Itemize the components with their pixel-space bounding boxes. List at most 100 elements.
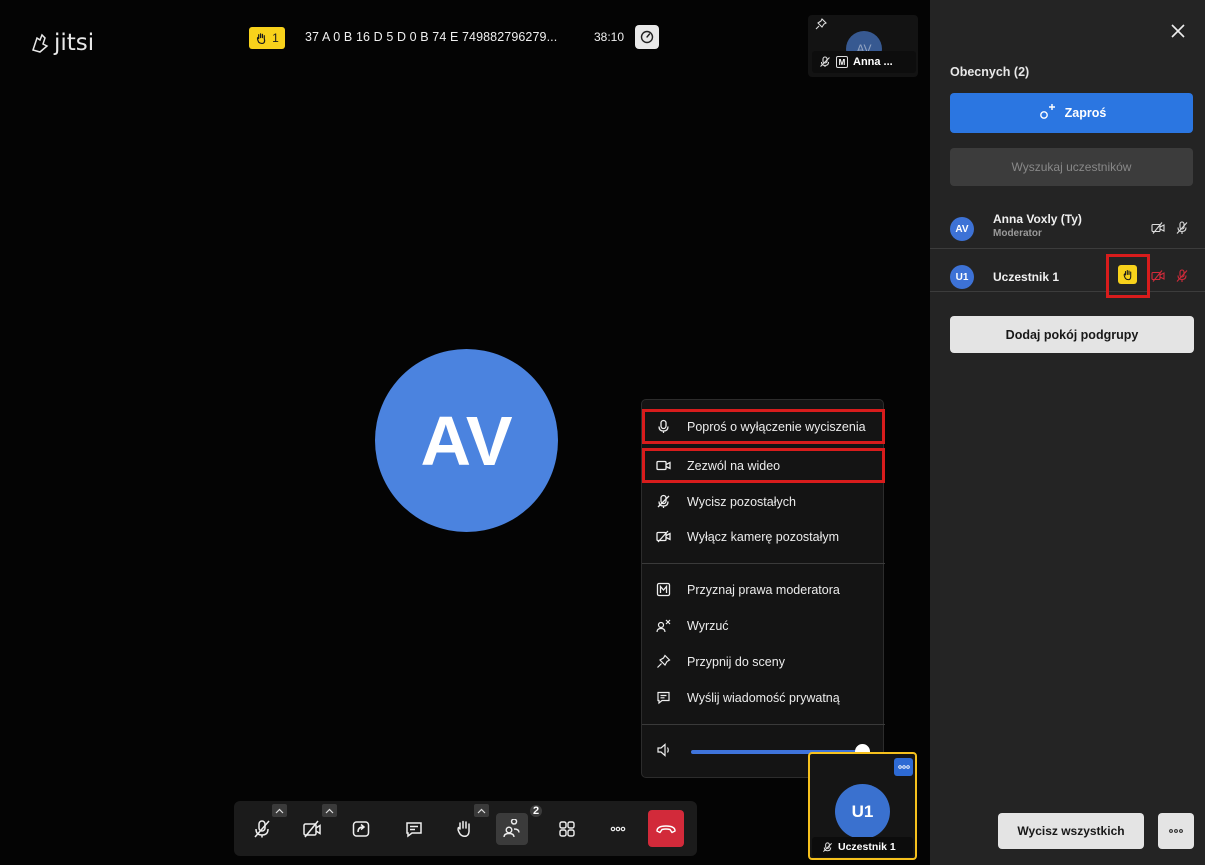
menu-item-label: Poproś o wyłączenie wyciszenia — [687, 419, 866, 434]
hangup-icon — [656, 824, 676, 833]
microphone-icon — [658, 419, 669, 433]
participants-search-input[interactable] — [950, 148, 1193, 186]
video-stage: jitsi 1 37 A 0 B 16 D 5 D 0 B 74 E 74988… — [0, 0, 930, 865]
thumbnail-name: Uczestnik 1 — [838, 841, 896, 853]
menu-item-mute-others[interactable]: Wycisz pozostałych — [642, 484, 885, 519]
share-screen-button[interactable] — [345, 813, 377, 845]
mic-muted-icon — [1176, 221, 1188, 234]
camera-toggle-button[interactable] — [296, 813, 328, 845]
share-screen-icon — [352, 821, 370, 837]
kick-icon — [656, 619, 671, 633]
mic-muted-icon — [254, 820, 270, 838]
raised-hand-badge — [1118, 265, 1137, 284]
menu-item-label: Zezwól na wideo — [687, 458, 781, 473]
participant-row[interactable]: U1 Uczestnik 1 — [930, 250, 1205, 292]
chevron-up-icon — [477, 808, 486, 813]
reactions-caret[interactable] — [474, 804, 489, 817]
thumbnail-namebar: Uczestnik 1 — [812, 837, 913, 857]
pin-icon — [657, 654, 671, 668]
camera-off-icon — [1151, 270, 1165, 282]
avatar: U1 — [950, 265, 974, 289]
participants-count-badge: 2 — [530, 805, 543, 817]
participants-panel: Obecnych (2) Zaproś AV Anna Voxly (Ty) M… — [930, 0, 1205, 865]
mic-options-caret[interactable] — [272, 804, 287, 817]
chat-button[interactable] — [398, 813, 430, 845]
menu-item-stop-others-video[interactable]: Wyłącz kamerę pozostałym — [642, 519, 885, 554]
avatar: AV — [950, 217, 974, 241]
meeting-name[interactable]: 37 A 0 B 16 D 5 D 0 B 74 E 749882796279.… — [305, 30, 557, 44]
invite-label: Zaproś — [1064, 106, 1107, 120]
hangup-button[interactable] — [648, 810, 684, 847]
meeting-timer: 38:10 — [594, 30, 625, 44]
raise-hand-icon — [1123, 269, 1131, 280]
mic-toggle-button[interactable] — [246, 813, 278, 845]
raised-hands-count: 1 — [272, 31, 279, 45]
tile-view-icon — [559, 821, 575, 837]
mic-muted-icon — [657, 494, 670, 508]
menu-item-label: Wyrzuć — [687, 618, 729, 633]
menu-divider — [642, 563, 885, 564]
more-icon — [897, 765, 910, 769]
moderator-badge-icon: M — [836, 56, 848, 68]
gauge-icon — [640, 30, 654, 44]
menu-item-label: Wyślij wiadomość prywatną — [687, 690, 840, 705]
menu-item-grant-moderator[interactable]: Przyznaj prawa moderatora — [642, 572, 885, 607]
logo-text: jitsi — [54, 30, 95, 56]
camera-options-caret[interactable] — [322, 804, 337, 817]
raised-hand-highlight — [1106, 254, 1150, 298]
menu-item-allow-video[interactable]: Zezwól na wideo — [642, 448, 885, 483]
add-breakout-room-button[interactable]: Dodaj pokój podgrupy — [950, 316, 1194, 353]
local-participant-thumbnail[interactable]: U1 Uczestnik 1 — [808, 752, 917, 860]
mic-muted-icon — [1176, 269, 1188, 282]
participant-role: Moderator — [993, 228, 1042, 239]
thumbnail-more-button[interactable] — [894, 758, 913, 776]
add-user-icon — [1039, 104, 1055, 119]
mic-muted-icon — [823, 841, 832, 852]
thumbnail-name: Anna ... — [853, 56, 893, 68]
chat-icon — [406, 822, 422, 838]
close-icon[interactable] — [1169, 22, 1187, 40]
more-actions-button[interactable] — [602, 813, 634, 845]
panel-more-button[interactable] — [1158, 813, 1194, 849]
volume-icon — [657, 743, 669, 757]
raise-hand-icon — [257, 32, 266, 44]
participant-context-menu: Poproś o wyłączenie wyciszenia Zezwól na… — [641, 399, 885, 778]
menu-item-label: Wycisz pozostałych — [687, 494, 796, 509]
raised-hands-indicator[interactable]: 1 — [249, 27, 285, 49]
pin-icon[interactable] — [815, 18, 827, 30]
menu-divider — [642, 724, 885, 725]
dominant-speaker-avatar: AV — [375, 349, 558, 532]
more-icon — [610, 826, 626, 832]
jitsi-hand-icon — [32, 33, 49, 53]
bottom-toolbar: 2 — [234, 801, 697, 856]
camera-off-icon — [1151, 222, 1165, 234]
jitsi-logo: jitsi — [30, 30, 94, 56]
chevron-up-icon — [325, 808, 334, 813]
menu-item-private-message[interactable]: Wyślij wiadomość prywatną — [642, 680, 885, 715]
menu-item-kick[interactable]: Wyrzuć — [642, 608, 885, 643]
participants-button[interactable] — [496, 813, 528, 845]
raise-hand-button[interactable] — [448, 813, 480, 845]
participant-thumbnail-anna[interactable]: AV M Anna ... — [808, 15, 918, 77]
camera-off-icon — [656, 530, 671, 543]
mute-all-button[interactable]: Wycisz wszystkich — [998, 813, 1144, 849]
chevron-up-icon — [275, 808, 284, 813]
raise-hand-icon — [457, 820, 470, 837]
menu-item-pin[interactable]: Przypnij do sceny — [642, 644, 885, 679]
invite-button[interactable]: Zaproś — [950, 93, 1193, 133]
camera-off-icon — [303, 820, 321, 838]
more-icon — [1169, 829, 1183, 833]
tile-view-button[interactable] — [551, 813, 583, 845]
camera-icon — [656, 460, 671, 471]
moderator-icon — [656, 582, 671, 597]
menu-item-label: Przyznaj prawa moderatora — [687, 582, 840, 597]
participants-count-title: Obecnych (2) — [950, 65, 1030, 79]
menu-item-label: Przypnij do sceny — [687, 654, 785, 669]
menu-item-ask-unmute[interactable]: Poproś o wyłączenie wyciszenia — [642, 409, 885, 444]
participant-row[interactable]: AV Anna Voxly (Ty) Moderator — [930, 207, 1205, 249]
connection-indicator[interactable] — [635, 25, 659, 49]
avatar: U1 — [835, 784, 890, 839]
menu-item-label: Wyłącz kamerę pozostałym — [687, 529, 840, 544]
participant-name: Uczestnik 1 — [993, 270, 1060, 284]
mic-muted-icon — [820, 56, 830, 67]
